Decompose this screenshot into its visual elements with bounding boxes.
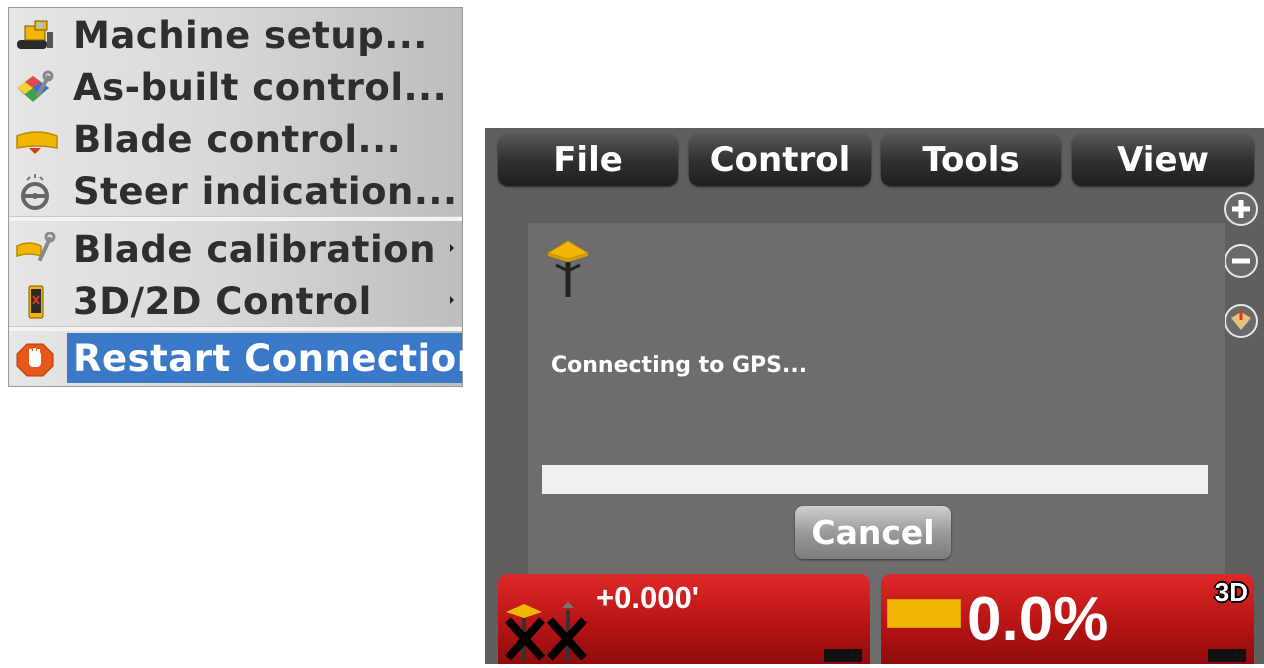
connection-progress-bar [542,465,1208,494]
machine-control-screen: File Control Tools View Connecting to GP… [485,128,1264,664]
submenu-arrow-icon [450,296,454,304]
menu-item-restart-connection[interactable]: Restart Connection [9,333,483,383]
menu-separator [9,326,462,331]
elevation-status-panel[interactable]: +0.000' [498,574,870,664]
map-icon [1231,310,1251,330]
menu-item-steer-indication[interactable]: Steer indication... [9,166,462,216]
zoom-in-button[interactable] [1224,192,1258,226]
tab-view[interactable]: View [1072,134,1254,186]
map-button[interactable] [1224,304,1258,338]
stop-hand-icon [15,341,55,377]
menu-item-label: Restart Connection [73,337,484,380]
menu-item-machine-setup[interactable]: Machine setup... [9,10,462,60]
menu-item-label: 3D/2D Control [73,280,372,323]
connection-status-text: Connecting to GPS... [551,353,808,378]
indicator-bar [824,649,862,662]
menu-item-3d-2d-control[interactable]: 3D/2D Control [9,276,462,326]
asbuilt-map-wrench-icon [15,70,55,106]
elevation-value: +0.000' [596,580,700,615]
tab-control[interactable]: Control [689,134,871,186]
no-gps-signal-icon [502,592,592,668]
steering-wheel-icon [15,174,55,210]
blade-wrench-icon [15,231,56,268]
menu-separator [9,216,462,221]
menu-item-as-built-control[interactable]: As-built control... [9,62,462,112]
menu-item-blade-control[interactable]: Blade control... [9,114,462,164]
blade-slope-icon [887,599,961,628]
gps-antenna-icon [546,237,590,303]
zoom-out-button[interactable] [1224,244,1258,278]
indicator-bar [1208,649,1246,662]
menu-item-label: Machine setup... [73,14,428,57]
menu-item-label: Steer indication... [73,170,458,213]
blade-icon [15,122,58,158]
menu-item-label: Blade control... [73,118,402,161]
bulldozer-icon [15,18,55,54]
control-box-icon [15,284,55,320]
zoom-out-icon [1232,258,1250,264]
submenu-arrow-icon [450,244,454,252]
mode-badge: 3D [1214,577,1248,607]
tab-file[interactable]: File [498,134,678,186]
slope-value: 0.0% [967,585,1109,654]
menu-item-label: Blade calibration [73,228,436,271]
cancel-button[interactable]: Cancel [795,506,951,559]
menu-item-label: As-built control... [73,66,448,109]
slope-status-panel[interactable]: 0.0% 3D [881,574,1254,664]
context-menu: Machine setup... As-built control... Bla… [8,7,483,387]
menu-item-blade-calibration[interactable]: Blade calibration [9,224,462,274]
zoom-in-icon [1232,200,1250,218]
tab-tools[interactable]: Tools [881,134,1061,186]
